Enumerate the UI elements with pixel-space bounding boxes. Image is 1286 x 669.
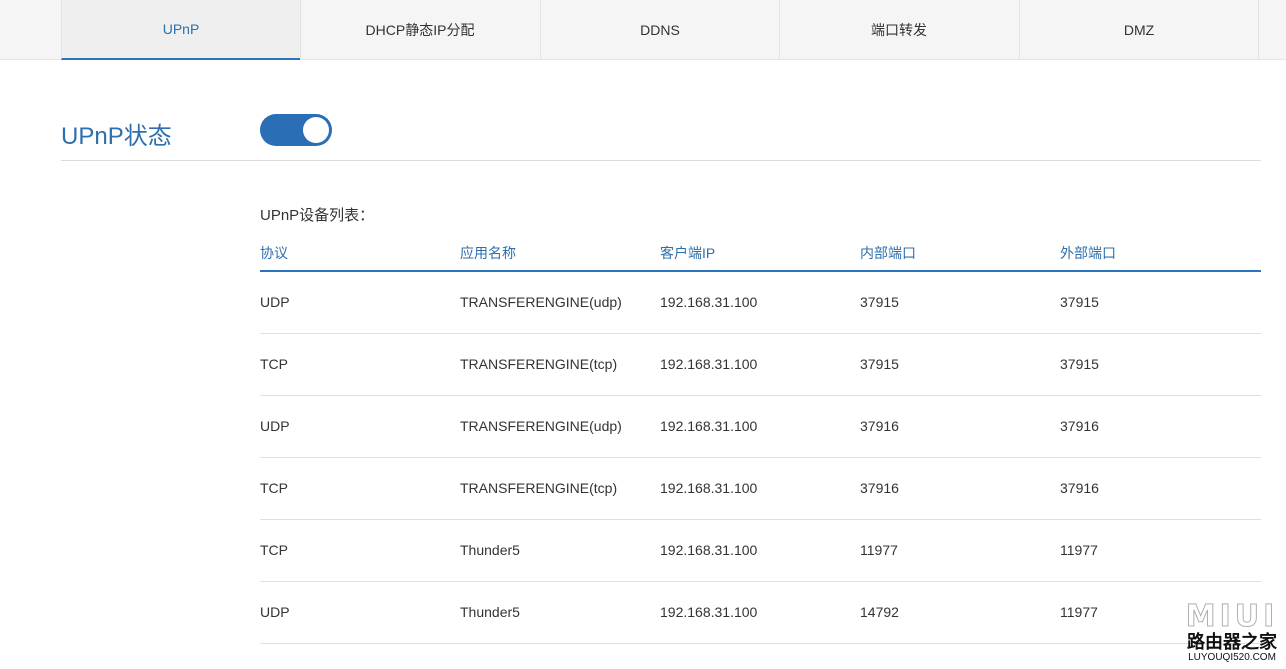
watermark-logo: MIUI — [1185, 599, 1279, 634]
cell-internal-port: 14792 — [860, 604, 899, 620]
cell-internal-port: 37915 — [860, 294, 899, 310]
tab-ddns[interactable]: DDNS — [540, 0, 779, 59]
tab-label: DMZ — [1123, 21, 1155, 38]
header-client-ip: 客户端IP — [660, 245, 716, 261]
cell-external-port: 11977 — [1060, 604, 1098, 620]
cell-app-name: TRANSFERENGINE(udp) — [460, 418, 622, 434]
cell-external-port: 37916 — [1060, 418, 1099, 434]
cell-client-ip: 192.168.31.100 — [660, 356, 758, 372]
upnp-device-table: 协议 应用名称 客户端IP 内部端口 外部端口 UDP TRANSFERENGI… — [260, 236, 1261, 644]
tab-label: DDNS — [640, 21, 680, 38]
tab-upnp[interactable]: UPnP — [61, 0, 300, 60]
cell-app-name: TRANSFERENGINE(tcp) — [460, 356, 618, 372]
cell-app-name: Thunder5 — [460, 604, 520, 620]
table-row: TCP TRANSFERENGINE(tcp) 192.168.31.100 3… — [260, 334, 1261, 396]
header-app-name: 应用名称 — [460, 245, 516, 261]
cell-internal-port: 37916 — [860, 418, 899, 434]
upnp-status-title: UPnP状态 — [61, 123, 172, 150]
cell-app-name: TRANSFERENGINE(udp) — [460, 294, 622, 310]
cell-internal-port: 37916 — [860, 480, 899, 496]
tab-label: UPnP — [162, 21, 200, 37]
cell-internal-port: 11977 — [860, 542, 898, 558]
upnp-device-list-title: UPnP设备列表： — [260, 207, 375, 224]
cell-external-port: 11977 — [1060, 542, 1098, 558]
cell-external-port: 37916 — [1060, 480, 1099, 496]
cell-client-ip: 192.168.31.100 — [660, 542, 758, 558]
header-internal-port: 内部端口 — [860, 245, 916, 261]
toggle-knob — [303, 117, 329, 143]
table-row: UDP TRANSFERENGINE(udp) 192.168.31.100 3… — [260, 396, 1261, 458]
cell-client-ip: 192.168.31.100 — [660, 480, 758, 496]
cell-protocol: TCP — [260, 480, 288, 496]
cell-client-ip: 192.168.31.100 — [660, 294, 758, 310]
table-header: 协议 应用名称 客户端IP 内部端口 外部端口 — [260, 236, 1261, 272]
tab-bar: UPnP DHCP静态IP分配 DDNS 端口转发 DMZ — [0, 0, 1286, 60]
cell-protocol: TCP — [260, 542, 288, 558]
cell-client-ip: 192.168.31.100 — [660, 418, 758, 434]
cell-external-port: 37915 — [1060, 356, 1099, 372]
cell-internal-port: 37915 — [860, 356, 899, 372]
site-watermark: MIUI 路由器之家 LUYOUQI520.COM — [1180, 599, 1284, 666]
table-row: TCP TRANSFERENGINE(tcp) 192.168.31.100 3… — [260, 458, 1261, 520]
table-row: UDP TRANSFERENGINE(udp) 192.168.31.100 3… — [260, 272, 1261, 334]
cell-client-ip: 192.168.31.100 — [660, 604, 758, 620]
table-row: TCP Thunder5 192.168.31.100 11977 11977 — [260, 520, 1261, 582]
tab-dhcp-static-ip[interactable]: DHCP静态IP分配 — [300, 0, 539, 59]
upnp-status-row: UPnP状态 — [61, 100, 1261, 161]
tab-label: 端口转发 — [871, 21, 927, 38]
tab-port-forwarding[interactable]: 端口转发 — [779, 0, 1018, 59]
cell-external-port: 37915 — [1060, 294, 1099, 310]
cell-protocol: UDP — [260, 294, 290, 310]
tab-label: DHCP静态IP分配 — [365, 21, 475, 38]
cell-protocol: UDP — [260, 418, 290, 434]
cell-protocol: UDP — [260, 604, 290, 620]
cell-app-name: Thunder5 — [460, 542, 520, 558]
upnp-toggle[interactable] — [260, 114, 332, 146]
table-row: UDP Thunder5 192.168.31.100 14792 11977 — [260, 582, 1261, 644]
cell-app-name: TRANSFERENGINE(tcp) — [460, 480, 618, 496]
watermark-url: LUYOUQI520.COM — [1188, 652, 1276, 663]
header-protocol: 协议 — [260, 245, 288, 261]
watermark-site-name: 路由器之家 — [1187, 632, 1277, 652]
header-external-port: 外部端口 — [1060, 245, 1116, 261]
tab-dmz[interactable]: DMZ — [1019, 0, 1259, 59]
cell-protocol: TCP — [260, 356, 288, 372]
